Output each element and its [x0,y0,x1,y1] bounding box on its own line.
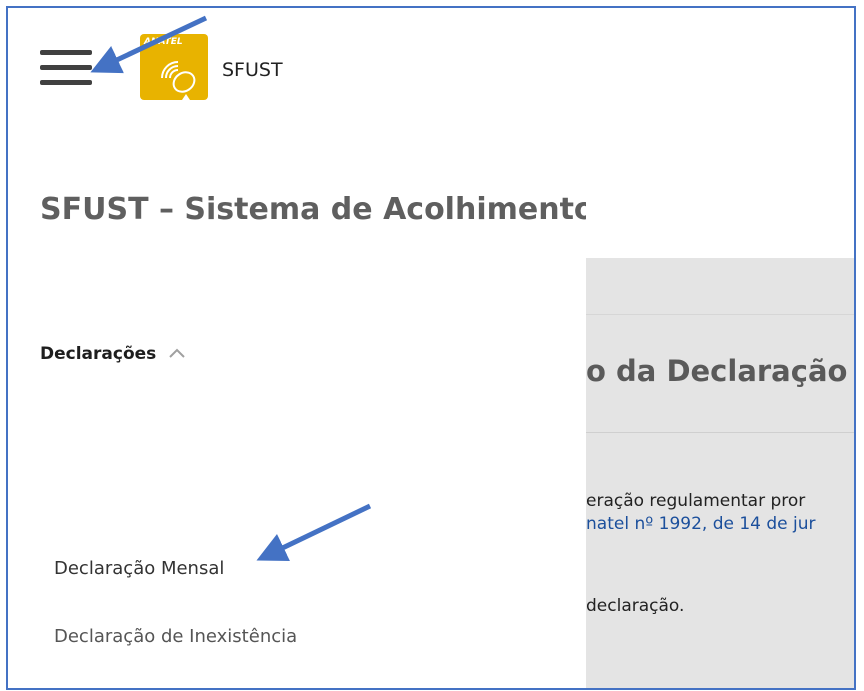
system-title: SFUST – Sistema de Acolhimento [40,192,586,227]
hamburger-menu-icon[interactable] [40,48,94,90]
section-label: Declarações [40,344,157,364]
section-declaracoes[interactable]: Declarações [40,344,186,364]
sidebar-panel: SFUST – Sistema de Acolhimento Declaraçõ… [8,126,586,688]
logo-text: ANATEL [144,37,183,47]
top-header: ANATEL SFUST [8,8,598,126]
screenshot-frame: o da Declaração eração regulamentar pror… [6,6,856,690]
divider [586,314,854,315]
divider [586,432,854,433]
background-page: o da Declaração eração regulamentar pror… [586,258,854,688]
menu-item-declaracao-mensal[interactable]: Declaração Mensal [54,558,224,579]
background-heading: o da Declaração [586,354,848,388]
chevron-up-icon [168,344,186,364]
app-title[interactable]: SFUST [222,59,283,81]
background-link-line[interactable]: natel nº 1992, de 14 de jur [586,514,816,534]
menu-item-declaracao-inexistencia[interactable]: Declaração de Inexistência [54,626,297,647]
anatel-logo: ANATEL [140,34,208,100]
background-text-line: eração regulamentar pror [586,491,806,511]
background-text-line: declaração. [586,596,685,616]
